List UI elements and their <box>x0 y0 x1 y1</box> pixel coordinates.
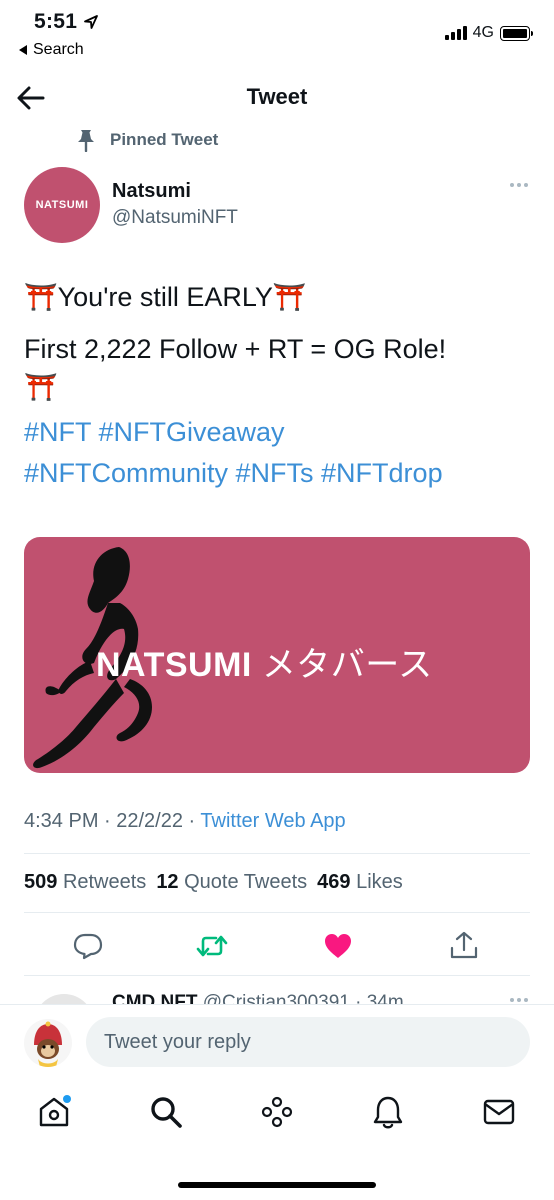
tweet-meta: 4:34 PM · 22/2/22 · Twitter Web App <box>24 810 346 833</box>
status-back-search[interactable]: Search <box>18 41 84 59</box>
tweet-timestamp: 4:34 PM · 22/2/22 · <box>24 810 201 832</box>
tweet-actions <box>24 924 530 968</box>
pinned-label: Pinned Tweet <box>110 130 219 149</box>
status-bar: 5:51 Search 4G <box>0 0 554 66</box>
share-icon[interactable] <box>448 930 480 962</box>
home-icon[interactable] <box>36 1094 72 1130</box>
tweet-line-2: First 2,222 Follow + RT = OG Role! ⛩️ <box>24 330 534 406</box>
author-name[interactable]: Natsumi <box>112 180 191 203</box>
spaces-icon[interactable] <box>259 1094 295 1130</box>
divider <box>24 975 530 976</box>
user-avatar[interactable] <box>24 1019 72 1067</box>
home-indicator[interactable] <box>178 1182 376 1188</box>
quotes-count: 12 <box>156 871 179 893</box>
reply-preview-avatar <box>34 994 94 1004</box>
author-avatar[interactable]: NATSUMI <box>24 167 100 243</box>
tweet-media-image[interactable]: NATSUMI メタバース <box>24 537 530 773</box>
status-back-label: Search <box>33 41 84 58</box>
tweet-line-2-text: First 2,222 Follow + RT = OG Role! <box>24 334 447 364</box>
tweet-stats: 509 Retweets 12 Quote Tweets 469 Likes <box>24 871 403 894</box>
tweet-source[interactable]: Twitter Web App <box>200 810 345 832</box>
reply-icon[interactable] <box>72 930 104 962</box>
back-triangle-icon <box>19 45 27 55</box>
tweet-hashtags: #NFT #NFTGiveaway #NFTCommunity #NFTs #N… <box>24 412 534 494</box>
messages-icon[interactable] <box>481 1094 517 1130</box>
like-icon[interactable] <box>322 930 354 962</box>
reply-preview-author: CMD NFT @Cristian300391 · 34m <box>112 992 404 1004</box>
divider <box>24 912 530 913</box>
status-indicators: 4G <box>444 24 533 42</box>
hashtags-line-1[interactable]: #NFT #NFTGiveaway <box>24 412 534 453</box>
reply-input[interactable]: Tweet your reply <box>86 1017 530 1067</box>
notifications-icon[interactable] <box>370 1094 406 1130</box>
torii-emoji: ⛩️ <box>272 282 307 312</box>
signal-icon <box>444 26 467 40</box>
more-icon[interactable] <box>510 998 528 1002</box>
divider <box>24 853 530 854</box>
author-handle[interactable]: @NatsumiNFT <box>112 207 238 229</box>
likes-label: Likes <box>356 871 403 893</box>
torii-emoji: ⛩️ <box>24 372 58 402</box>
quotes-label: Quote Tweets <box>184 871 308 893</box>
media-title-jp: メタバース <box>261 646 433 684</box>
reply-preview-handle: @Cristian300391 · 34m <box>202 992 404 1004</box>
media-title-bold: NATSUMI <box>96 646 252 684</box>
tweet-line-1: ⛩️You're still EARLY⛩️ <box>24 278 534 316</box>
reply-preview-name: CMD NFT <box>112 992 198 1004</box>
retweets-label: Retweets <box>62 871 147 893</box>
quotes-stat[interactable]: 12 Quote Tweets <box>156 871 307 894</box>
page-title: Tweet <box>246 84 308 109</box>
reply-bar: Tweet your reply <box>0 1004 554 1078</box>
search-icon[interactable] <box>148 1094 184 1130</box>
likes-count: 469 <box>317 871 351 893</box>
network-type: 4G <box>472 24 494 41</box>
retweets-count: 509 <box>24 871 58 893</box>
more-icon[interactable] <box>510 183 528 187</box>
likes-stat[interactable]: 469 Likes <box>317 871 403 894</box>
tweet-header: Tweet <box>0 72 554 124</box>
retweets-stat[interactable]: 509 Retweets <box>24 871 146 894</box>
media-title: NATSUMI メタバース <box>96 637 433 686</box>
bottom-nav <box>0 1084 554 1144</box>
status-time: 5:51 <box>34 10 99 34</box>
retweet-icon[interactable] <box>196 930 228 962</box>
tweet-body: ⛩️You're still EARLY⛩️ First 2,222 Follo… <box>24 278 534 494</box>
hashtags-line-2[interactable]: #NFTCommunity #NFTs #NFTdrop <box>24 453 534 494</box>
location-arrow-icon <box>84 15 99 29</box>
reply-preview[interactable]: CMD NFT @Cristian300391 · 34m <box>24 984 530 1004</box>
status-time-text: 5:51 <box>34 10 78 33</box>
pinned-indicator: Pinned Tweet <box>76 128 218 152</box>
battery-icon <box>500 25 533 41</box>
tweet-line-1-text: You're still EARLY <box>57 282 273 312</box>
pin-icon <box>78 130 94 152</box>
user-avatar-art <box>34 1021 62 1067</box>
torii-emoji: ⛩️ <box>24 282 58 312</box>
author-avatar-text: NATSUMI <box>35 199 89 211</box>
